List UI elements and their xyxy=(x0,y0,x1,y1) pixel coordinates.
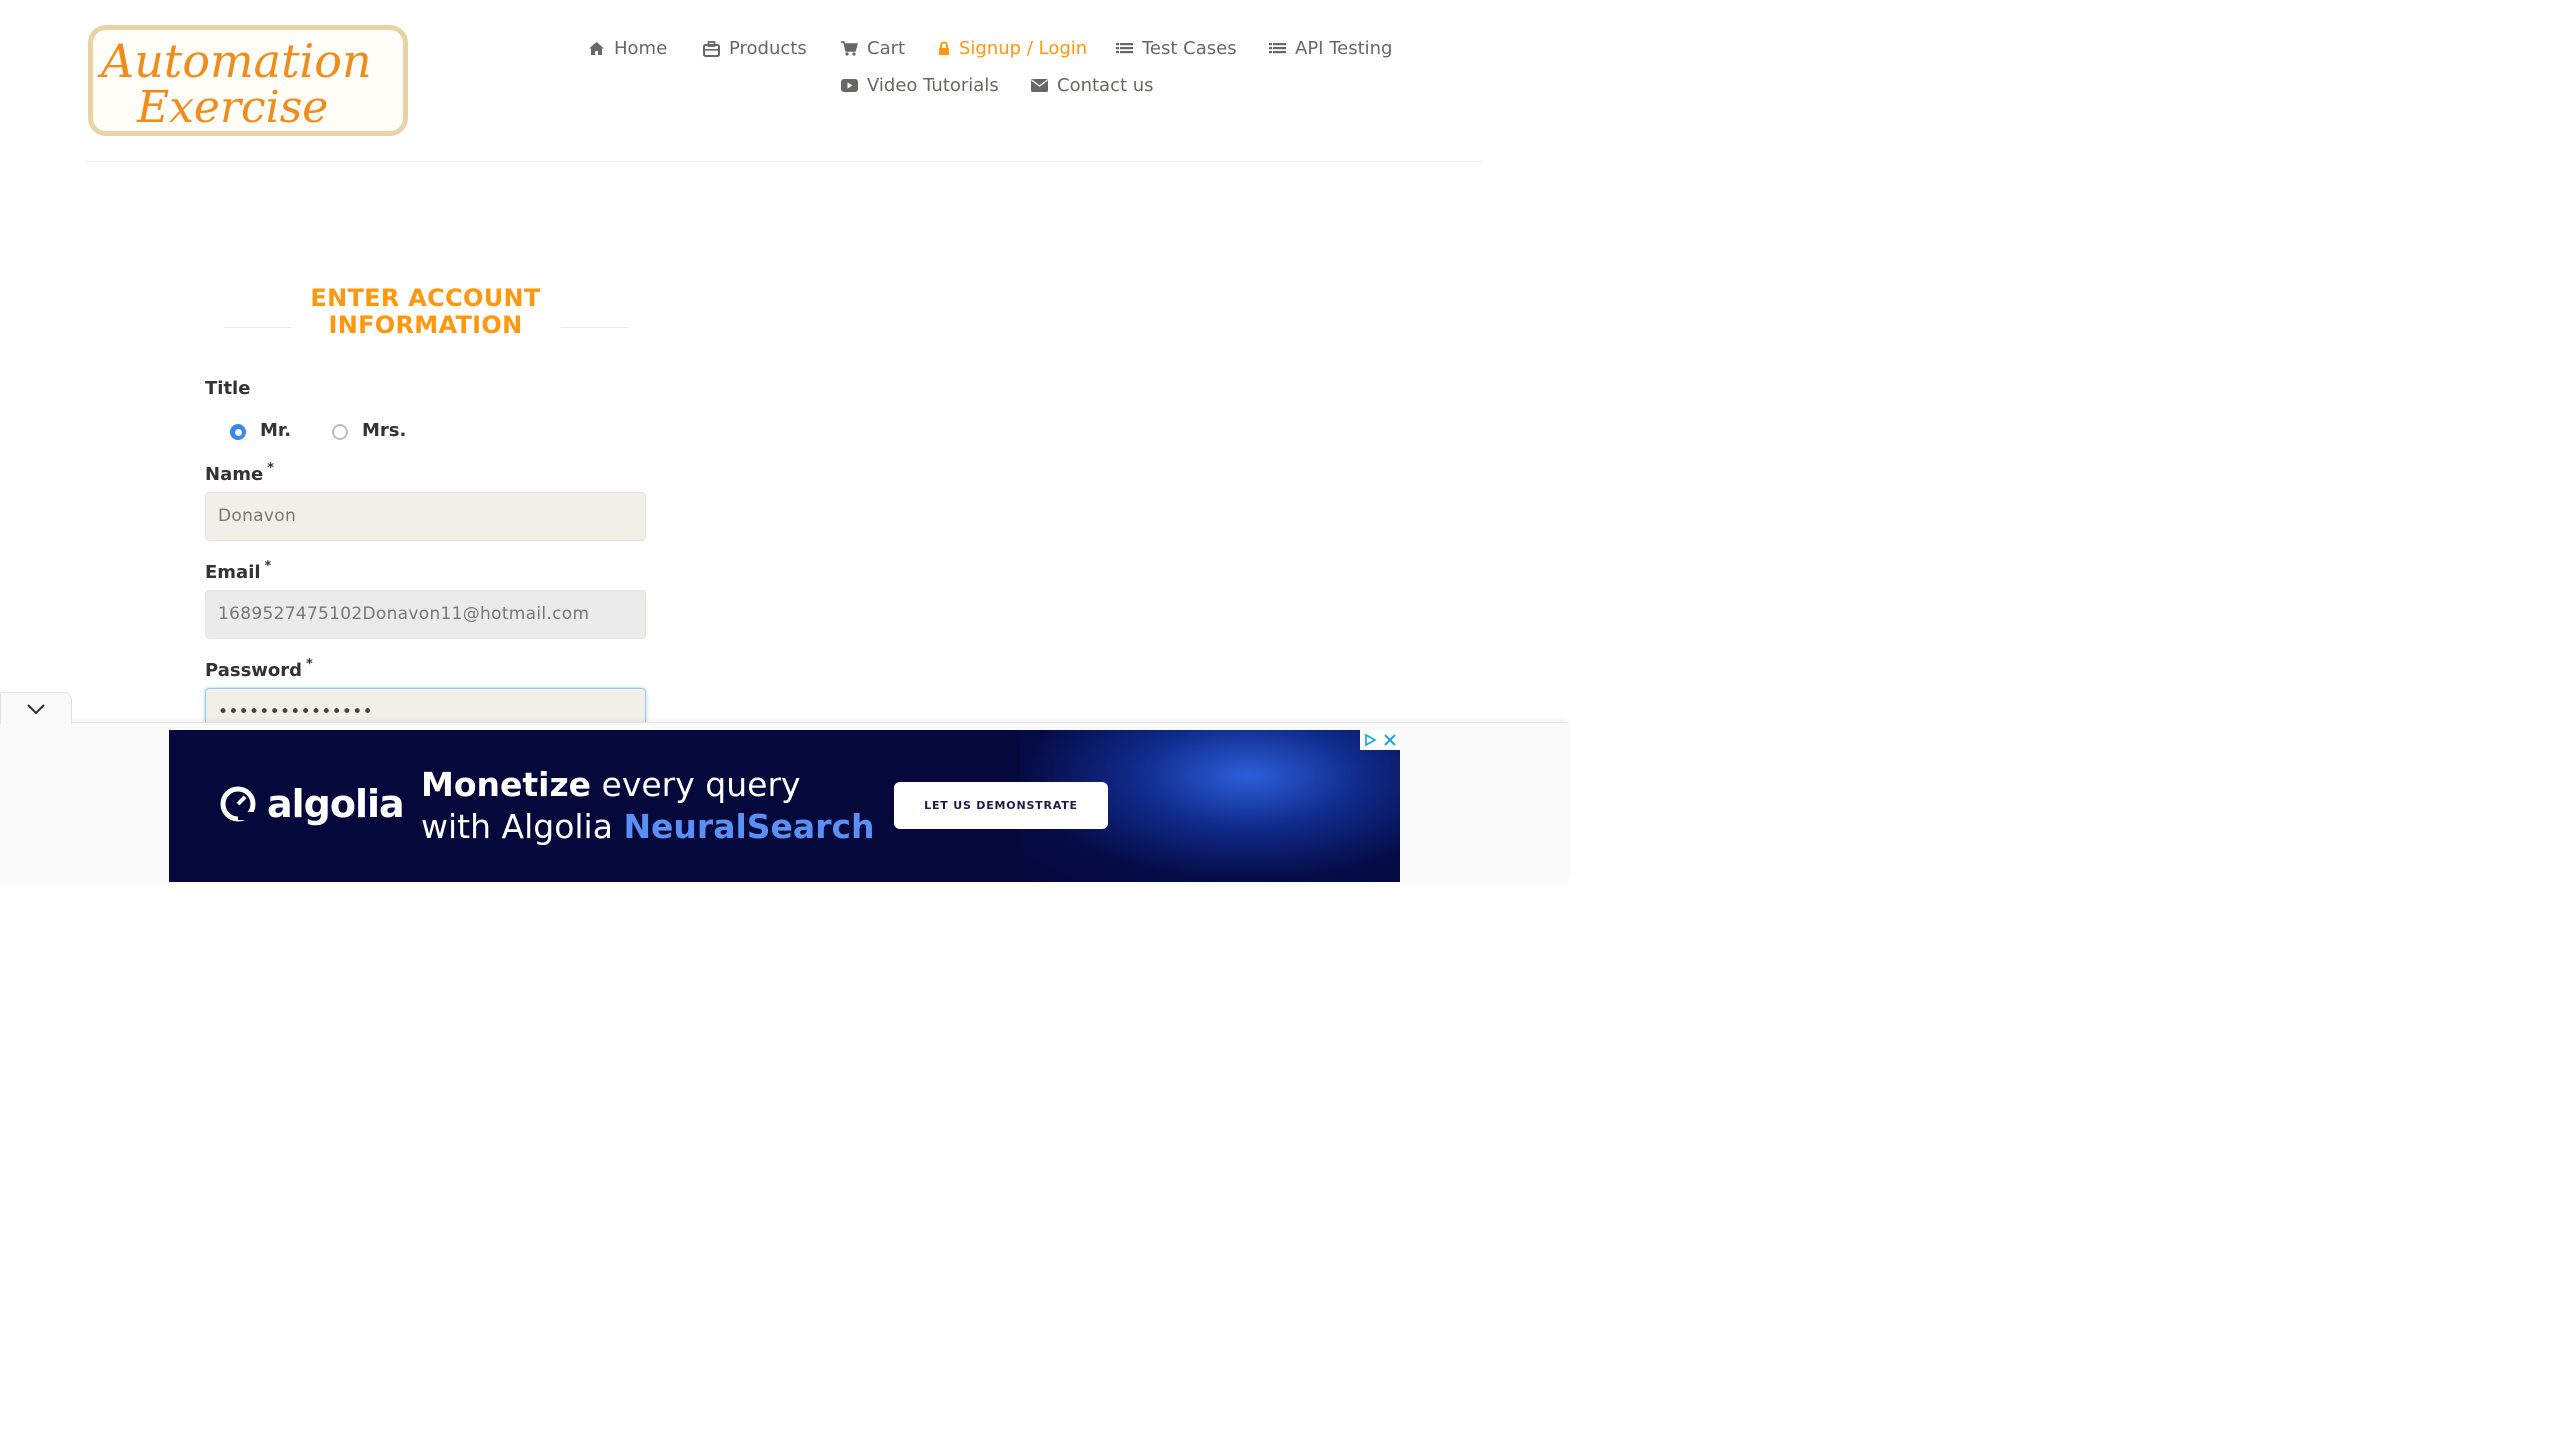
title-mr-label[interactable]: Mr. xyxy=(260,420,291,441)
envelope-icon xyxy=(1031,79,1048,92)
logo-image: Automation Exercise xyxy=(97,34,372,131)
ad-close-button[interactable] xyxy=(1380,730,1400,750)
name-label-text: Name xyxy=(205,464,264,485)
chevron-down-icon xyxy=(27,703,45,714)
nav-test-cases-label: Test Cases xyxy=(1142,38,1237,59)
header-divider xyxy=(85,161,1483,162)
nav-cart-label: Cart xyxy=(867,38,906,59)
email-label-text: Email xyxy=(205,562,261,583)
password-label-text: Password xyxy=(205,660,303,681)
close-icon xyxy=(1384,734,1396,746)
ad-headline-rest: every query xyxy=(591,765,801,804)
title-mrs-label[interactable]: Mrs. xyxy=(362,420,406,441)
nav-products[interactable]: Products xyxy=(703,38,807,59)
lock-icon xyxy=(939,41,949,55)
list-icon xyxy=(1269,42,1286,53)
email-label: Email * xyxy=(205,559,272,583)
cart-icon xyxy=(841,41,858,56)
email-input[interactable]: 1689527475102Donavon11@hotmail.com xyxy=(205,590,646,639)
nav-api-testing[interactable]: API Testing xyxy=(1269,38,1392,59)
nav-home[interactable]: Home xyxy=(588,38,667,59)
ad-banner[interactable]: algolia Monetize every query with Algoli… xyxy=(169,730,1400,882)
algolia-logo-icon xyxy=(220,786,256,822)
required-mark: * xyxy=(264,559,272,574)
ad-headline-bold: Monetize xyxy=(421,765,592,804)
ad-line2-highlight: NeuralSearch xyxy=(623,807,875,846)
nav-api-testing-label: API Testing xyxy=(1295,38,1393,59)
nav-contact-us[interactable]: Contact us xyxy=(1031,75,1154,96)
briefcase-icon xyxy=(703,40,720,57)
title-mr-radio[interactable] xyxy=(230,424,246,440)
list-icon xyxy=(1116,42,1133,53)
ad-headline: Monetize every query with Algolia Neural… xyxy=(421,764,875,848)
nav-test-cases[interactable]: Test Cases xyxy=(1116,38,1237,59)
logo-line1: Automation xyxy=(97,34,372,88)
title-label: Title xyxy=(205,378,251,399)
nav-video-tutorials[interactable]: Video Tutorials xyxy=(841,75,999,96)
ad-brand: algolia xyxy=(219,782,405,826)
ad-collapse-toggle[interactable] xyxy=(0,692,72,724)
ad-choices xyxy=(1360,730,1400,750)
ad-choices-icon xyxy=(1365,733,1377,747)
ad-line2-prefix: with Algolia xyxy=(421,807,624,846)
nav-products-label: Products xyxy=(729,38,807,59)
title-mrs-radio[interactable] xyxy=(332,424,348,440)
youtube-play-icon xyxy=(841,79,858,92)
name-label: Name * xyxy=(205,461,274,485)
password-label: Password * xyxy=(205,657,313,681)
ad-cta-button[interactable]: LET US DEMONSTRATE xyxy=(894,782,1108,829)
nav-video-tutorials-label: Video Tutorials xyxy=(867,75,999,96)
logo-line2: Exercise xyxy=(136,82,328,131)
nav-signup-login[interactable]: Signup / Login xyxy=(938,38,1087,59)
form-heading: ENTER ACCOUNT INFORMATION xyxy=(205,285,646,339)
ad-info-button[interactable] xyxy=(1360,730,1380,750)
nav-cart[interactable]: Cart xyxy=(841,38,905,59)
ad-brand-text: algolia xyxy=(267,782,405,826)
name-input[interactable]: Donavon xyxy=(205,492,646,541)
nav-contact-us-label: Contact us xyxy=(1057,75,1154,96)
nav-signup-login-label: Signup / Login xyxy=(959,38,1088,59)
required-mark: * xyxy=(306,657,313,672)
home-icon xyxy=(589,42,604,55)
form-heading-line1: ENTER ACCOUNT xyxy=(310,284,541,312)
required-mark: * xyxy=(267,461,274,476)
form-heading-line2: INFORMATION xyxy=(328,311,523,339)
site-logo[interactable]: Automation Exercise xyxy=(88,25,408,136)
nav-home-label: Home xyxy=(614,38,668,59)
